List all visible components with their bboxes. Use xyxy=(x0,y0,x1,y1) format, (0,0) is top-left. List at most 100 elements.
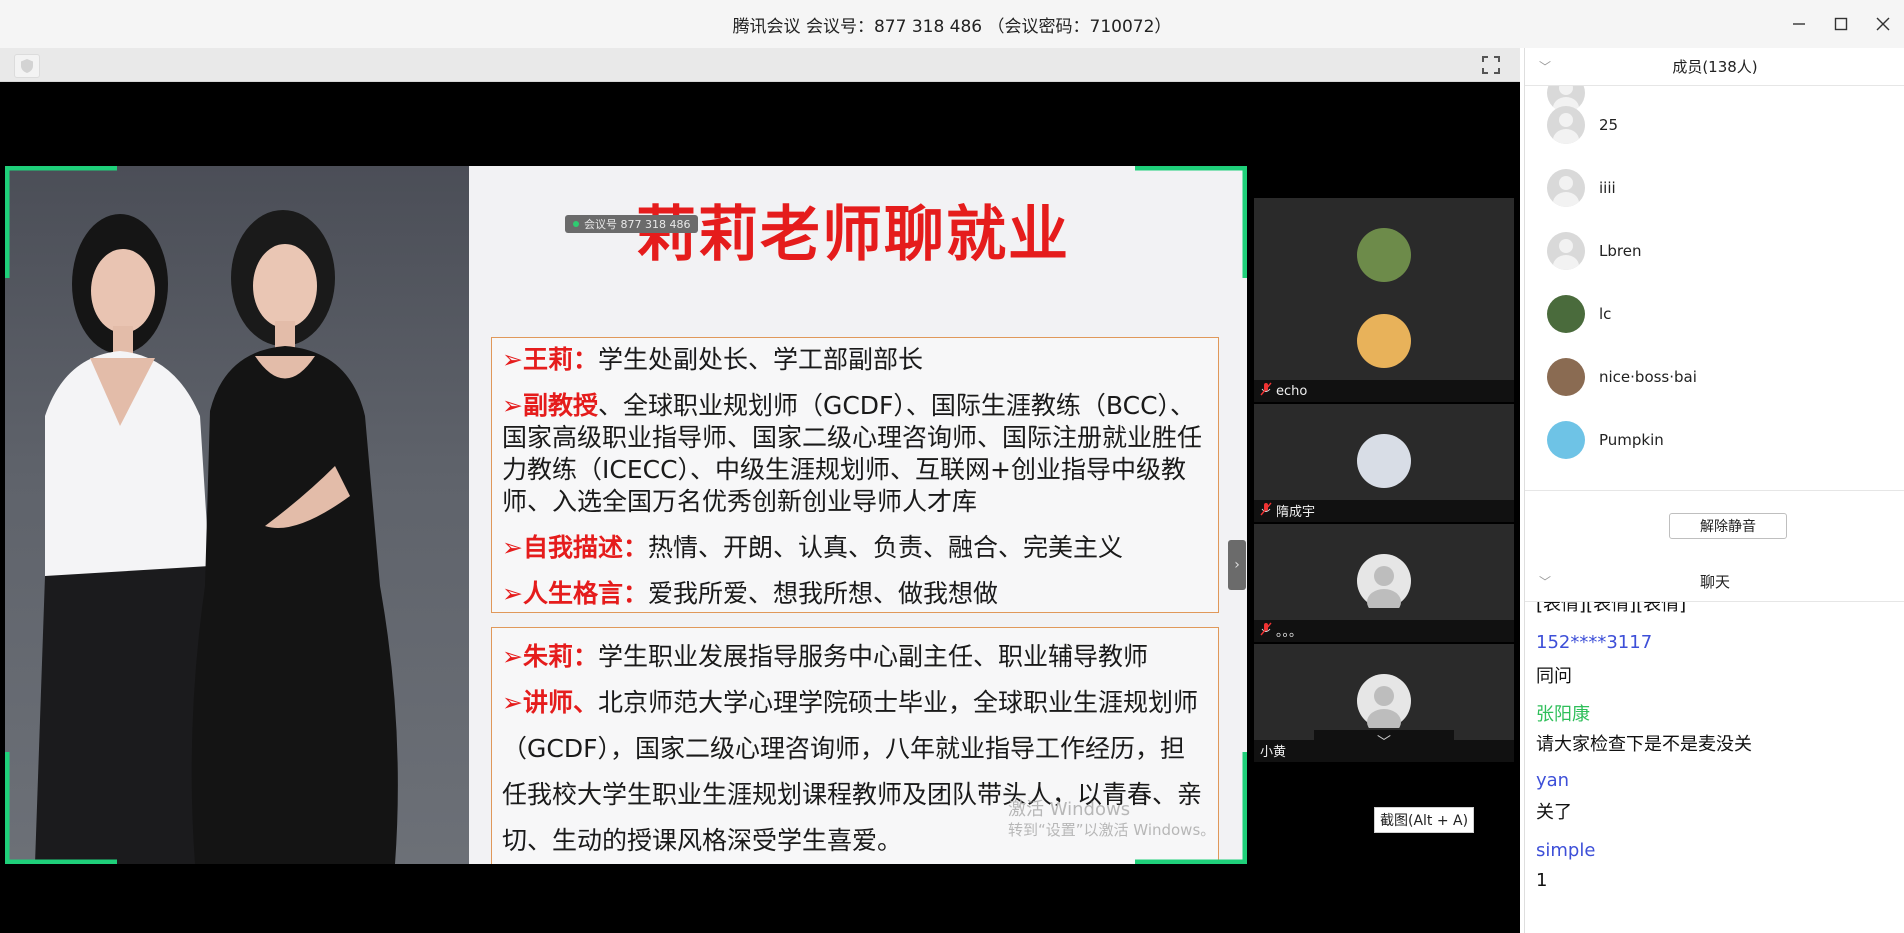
participant-name: 。。。 xyxy=(1276,625,1303,640)
watermark-line2: 转到“设置”以激活 Windows。 xyxy=(1008,821,1216,839)
member-name: Pumpkin xyxy=(1599,431,1664,449)
participant-avatar xyxy=(1357,314,1411,368)
participant-name: echo xyxy=(1276,383,1308,399)
chat-message: 1 xyxy=(1536,870,1548,891)
unmute-area: 解除静音 xyxy=(1525,490,1904,562)
bio-key: 讲师、 xyxy=(522,688,598,717)
member-list: 25 iiii Lbren lc nice·boss·bai Pumpkin xyxy=(1525,86,1904,490)
member-item[interactable]: lc xyxy=(1547,295,1611,333)
collapse-video-panel-button[interactable]: › xyxy=(1228,540,1246,590)
shield-icon[interactable] xyxy=(14,54,40,78)
chat-sender[interactable]: yan xyxy=(1536,770,1569,791)
bio-key: 自我描述： xyxy=(522,533,648,562)
chat-message-partial: [表情][表情][表情] xyxy=(1536,602,1687,615)
chevron-down-icon[interactable]: ﹀ xyxy=(1539,573,1551,590)
avatar xyxy=(1547,358,1585,396)
chat-message-list: [表情][表情][表情] 152****3117 同问张阳康请大家检查下是不是麦没关… xyxy=(1525,602,1904,933)
bio-key: 人生格言： xyxy=(522,579,648,608)
chat-sender[interactable]: simple xyxy=(1536,840,1595,861)
chat-sender[interactable]: 张阳康 xyxy=(1536,700,1590,726)
member-name: 25 xyxy=(1599,116,1619,134)
bio-text: 爱我所爱、想我所想、做我想做 xyxy=(647,579,998,608)
side-panel: ﹀ 成员(138人) 25 iiii Lbren lc nice·boss·bai Pum… xyxy=(1524,48,1904,933)
minimize-icon[interactable] xyxy=(1778,0,1820,48)
mic-muted-icon xyxy=(1260,382,1272,400)
video-tile[interactable]: 隋成宇 xyxy=(1254,404,1514,522)
avatar xyxy=(1547,106,1585,144)
stage-toolbar xyxy=(0,48,1520,82)
bio-key: 朱莉： xyxy=(522,642,598,671)
bio-line: ➢人生格言：爱我所爱、想我所想、做我想做 xyxy=(502,578,1208,610)
unmute-all-button[interactable]: 解除静音 xyxy=(1669,513,1787,539)
video-tile[interactable]: 。。。 xyxy=(1254,524,1514,642)
participant-name-tag: 。。。 xyxy=(1260,621,1302,640)
bio-text: 学生处副处长、学工部副部长 xyxy=(597,345,923,374)
member-item[interactable]: Pumpkin xyxy=(1547,421,1664,459)
bio-text: 热情、开朗、认真、负责、融合、完美主义 xyxy=(647,533,1123,562)
members-header[interactable]: ﹀ 成员(138人) xyxy=(1525,48,1904,86)
participant-name: 隋成宇 xyxy=(1276,505,1316,520)
scroll-down-button[interactable]: ﹀ xyxy=(1314,730,1454,754)
close-icon[interactable] xyxy=(1862,0,1904,48)
bullet-arrow-icon: ➢ xyxy=(502,391,523,420)
fullscreen-icon[interactable] xyxy=(1480,54,1502,76)
avatar xyxy=(1547,169,1585,207)
slide-title: 莉莉老师聊就业 xyxy=(636,200,1070,270)
recording-dot-icon xyxy=(573,221,579,227)
participant-name-tag: echo xyxy=(1260,382,1307,400)
member-name: iiii xyxy=(1599,179,1616,197)
bullet-arrow-icon: ➢ xyxy=(502,533,523,562)
chat-sender[interactable]: 152****3117 xyxy=(1536,632,1652,653)
members-title: 成员(138人) xyxy=(1672,58,1758,76)
bio-line: ➢王莉：学生处副处长、学工部副部长 xyxy=(502,344,1208,376)
meeting-badge-text: 会议号 877 318 486 xyxy=(584,218,691,231)
participant-avatar xyxy=(1357,228,1411,282)
member-item[interactable]: iiii xyxy=(1547,169,1616,207)
shared-slide: 莉莉老师聊就业 ➢王莉：学生处副处长、学工部副部长 ➢副教授、全球职业规划师（GC… xyxy=(5,166,1247,864)
teachers-photo xyxy=(5,166,469,864)
bio-line: ➢自我描述：热情、开朗、认真、负责、融合、完美主义 xyxy=(502,532,1208,564)
participant-avatar xyxy=(1357,434,1411,488)
member-item[interactable]: 25 xyxy=(1547,106,1618,144)
participant-avatar xyxy=(1357,674,1411,735)
member-item[interactable]: Lbren xyxy=(1547,232,1641,270)
bullet-arrow-icon: ➢ xyxy=(502,642,523,671)
chat-message: 同问 xyxy=(1536,666,1572,687)
mic-muted-icon xyxy=(1260,622,1272,640)
member-name: lc xyxy=(1599,305,1612,323)
bio-key: 副教授 xyxy=(522,391,598,420)
member-item[interactable]: nice·boss·bai xyxy=(1547,358,1697,396)
meeting-number-badge: 会议号 877 318 486 xyxy=(565,215,699,233)
bullet-arrow-icon: ➢ xyxy=(502,688,523,717)
window-controls xyxy=(1778,0,1904,48)
maximize-icon[interactable] xyxy=(1820,0,1862,48)
bio-key: 王莉： xyxy=(522,345,598,374)
windows-watermark: 激活 Windows 转到“设置”以激活 Windows。 xyxy=(1008,800,1215,840)
chat-message: 关了 xyxy=(1536,802,1572,823)
chevron-down-icon[interactable]: ﹀ xyxy=(1539,58,1551,75)
bullet-arrow-icon: ➢ xyxy=(502,579,523,608)
chat-title: 聊天 xyxy=(1699,573,1730,591)
chat-message: 请大家检查下是不是麦没关 xyxy=(1536,734,1752,755)
chevron-down-icon: ﹀ xyxy=(1377,735,1391,751)
participant-name-tag: 隋成宇 xyxy=(1260,501,1315,520)
avatar xyxy=(1547,232,1585,270)
avatar xyxy=(1547,295,1585,333)
chevron-right-icon: › xyxy=(1234,557,1240,573)
title-bar: 腾讯会议 会议号：877 318 486 （会议密码：710072） xyxy=(0,0,1904,48)
member-name: Lbren xyxy=(1599,242,1642,260)
screenshot-tooltip: 截图(Alt + A) xyxy=(1374,807,1475,833)
video-tile[interactable]: echo xyxy=(1254,284,1514,402)
chat-header[interactable]: ﹀ 聊天 xyxy=(1525,562,1904,602)
watermark-line1: 激活 Windows xyxy=(1008,799,1131,820)
bio-box-wang: ➢王莉：学生处副处长、学工部副部长 ➢副教授、全球职业规划师（GCDF）、国际生涯… xyxy=(491,337,1219,613)
bullet-arrow-icon: ➢ xyxy=(502,345,523,374)
avatar xyxy=(1547,421,1585,459)
participant-name: 小黄 xyxy=(1260,745,1287,760)
mic-muted-icon xyxy=(1260,502,1272,520)
member-name: nice·boss·bai xyxy=(1599,368,1697,386)
bio-text: 、全球职业规划师（GCDF）、国际生涯教练（BCC）、国家高级职业指导师、国家二… xyxy=(502,391,1203,516)
bio-line: ➢副教授、全球职业规划师（GCDF）、国际生涯教练（BCC）、国家高级职业指导师… xyxy=(502,390,1208,518)
bio-text: 学生职业发展指导服务中心副主任、职业辅导教师 xyxy=(597,642,1148,671)
window-title: 腾讯会议 会议号：877 318 486 （会议密码：710072） xyxy=(732,16,1172,37)
